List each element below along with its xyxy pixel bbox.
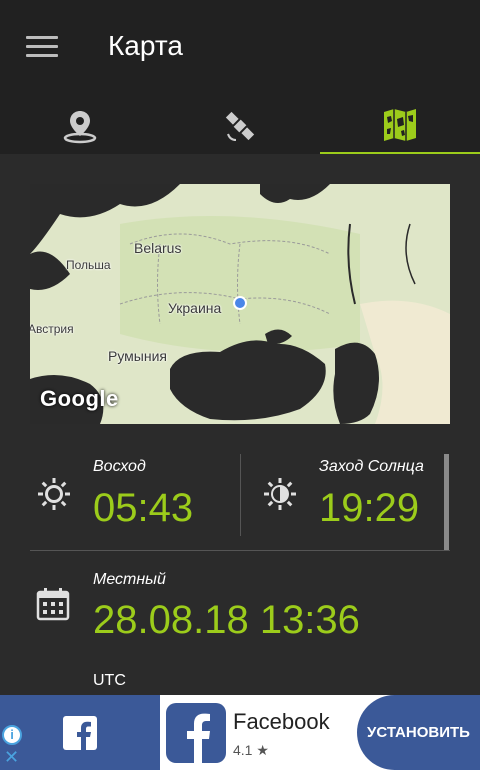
page-title: Карта: [108, 30, 183, 61]
ad-banner[interactable]: i ✕ Facebook 4.1 ★ УСТАНОВИТЬ: [0, 695, 480, 770]
scrollbar[interactable]: [444, 454, 449, 550]
ad-facebook-tile[interactable]: [0, 695, 160, 770]
horizontal-divider: [30, 550, 450, 551]
tab-map[interactable]: [320, 97, 480, 154]
facebook-logo-icon: [63, 715, 97, 750]
location-pin-icon: [63, 110, 97, 143]
tab-location[interactable]: [0, 97, 160, 154]
local-datetime: 28.08.18 13:36: [93, 598, 360, 642]
sunrise-label: Восход: [93, 458, 146, 475]
map-label-romania: Румыния: [108, 348, 168, 364]
tab-satellite[interactable]: [160, 97, 320, 154]
sunrise-icon: [36, 476, 72, 517]
ad-install-button[interactable]: УСТАНОВИТЬ: [357, 695, 480, 770]
ad-info-icon[interactable]: i: [2, 725, 22, 745]
map-label-poland: Польша: [66, 258, 111, 272]
app-bar: Карта: [0, 0, 480, 97]
utc-label-partial: UTC: [93, 672, 126, 689]
ad-close-icon[interactable]: ✕: [4, 747, 19, 768]
ad-app-rating: 4.1 ★: [233, 742, 269, 758]
calendar-icon: [36, 587, 70, 626]
main-content: Belarus Польша Украина Австрия Румыния G…: [0, 154, 480, 695]
map-label-austria: Австрия: [30, 322, 74, 336]
vertical-divider: [240, 454, 241, 536]
map-view[interactable]: Belarus Польша Украина Австрия Румыния G…: [30, 184, 450, 424]
satellite-icon: [225, 111, 255, 141]
map-label-belarus: Belarus: [134, 240, 182, 256]
current-location-marker: [233, 296, 247, 310]
tab-bar: [0, 97, 480, 154]
facebook-app-icon: [166, 703, 226, 763]
ad-app-name: Facebook: [233, 709, 330, 734]
google-logo: Google: [40, 386, 119, 411]
sunrise-time: 05:43: [93, 486, 194, 530]
hamburger-menu-icon[interactable]: [26, 36, 58, 62]
sunset-time: 19:29: [319, 486, 420, 530]
sunset-label: Заход Солнца: [319, 458, 424, 475]
sunset-icon: [262, 476, 298, 517]
map-label-ukraine: Украина: [168, 300, 222, 316]
map-icon: [384, 108, 416, 141]
local-time-label: Местный: [93, 571, 166, 588]
